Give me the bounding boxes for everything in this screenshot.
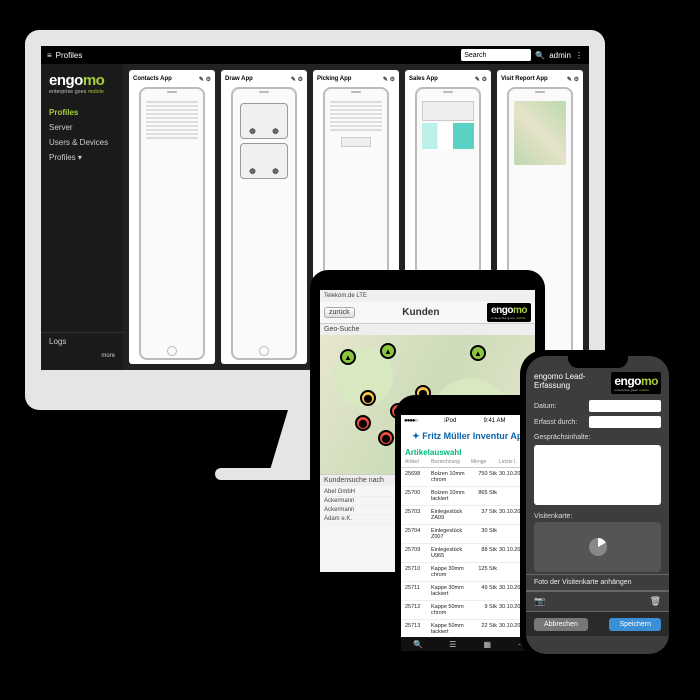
sidebar-more[interactable]: more — [41, 350, 123, 362]
table-row[interactable]: 25710Kappe 30mm chrom125 Stk — [401, 563, 539, 582]
user-label[interactable]: admin — [549, 51, 571, 60]
search-input[interactable]: Search — [461, 49, 531, 61]
map-pin[interactable]: ▲ — [380, 343, 396, 359]
gear-icon[interactable] — [206, 77, 211, 83]
sidebar-item-users[interactable]: Users & Devices — [41, 135, 123, 150]
phone-notch — [568, 356, 628, 368]
table-row[interactable]: 25709Einlegestück U96588 Stk30.10.2014 — [401, 544, 539, 563]
inventory-screen: iPod 9:41 AM ▮ ✦ Fritz Müller Inventur A… — [401, 415, 539, 651]
map-pin[interactable]: ⬤ — [355, 415, 371, 431]
tablet-title: Kunden — [402, 307, 439, 318]
map-pin[interactable]: ▲ — [470, 345, 486, 361]
ipod-tabbar: ☰ ▦ ⋯ — [401, 637, 539, 651]
notes-textarea[interactable] — [534, 445, 661, 505]
inventory-title: ✦ Fritz Müller Inventur App — [401, 427, 539, 446]
edit-icon[interactable] — [475, 77, 480, 83]
user-menu-icon[interactable] — [575, 51, 583, 60]
attach-label: Foto der Visitenkarte anhängen — [534, 579, 632, 586]
profile-card-title: Visit Report App — [501, 76, 548, 82]
gear-icon[interactable] — [482, 77, 487, 83]
brand-logo: engomo enterprise goes mobile — [487, 303, 531, 322]
brand-logo: engomo enterprise goes mobile — [611, 372, 661, 394]
map-pin[interactable]: ⬤ — [360, 390, 376, 406]
profile-card-title: Sales App — [409, 76, 438, 82]
table-row[interactable]: 25704Einlegestück Z00730 Stk — [401, 525, 539, 544]
brand-logo: engomo enterprise goes mobile — [41, 72, 123, 105]
edit-icon[interactable] — [567, 77, 572, 83]
date-input[interactable] — [589, 400, 661, 412]
desktop-topbar: ≡ Profiles Search admin — [41, 46, 589, 64]
search-icon[interactable] — [535, 51, 545, 60]
tab-list-icon[interactable]: ☰ — [436, 637, 471, 651]
gear-icon[interactable] — [298, 77, 303, 83]
inventory-table-header: Artikel Bezeichnung Menge Letzte I. — [401, 459, 539, 468]
cancel-button[interactable]: Abbrechen — [534, 618, 588, 631]
loading-spinner-icon — [589, 538, 607, 556]
profile-card[interactable]: Contacts App — [129, 70, 215, 364]
ios-statusbar: iPod 9:41 AM ▮ — [401, 415, 539, 427]
map-pin[interactable]: ⬤ — [378, 430, 394, 446]
phone-mockup — [231, 87, 297, 360]
lead-device: engomo Lead-Erfassung engomo enterprise … — [520, 350, 675, 660]
profile-card[interactable]: Draw App — [221, 70, 307, 364]
edit-icon[interactable] — [291, 77, 296, 83]
tab-grid-icon[interactable]: ▦ — [470, 637, 505, 651]
profile-card-title: Contacts App — [133, 76, 172, 82]
business-card-preview[interactable] — [534, 522, 661, 572]
inventory-table[interactable]: 25698Bolzen 10mm chrom750 Stk30.10.20142… — [401, 468, 539, 651]
sidebar-item-profiles-dd[interactable]: Profiles ▾ — [41, 150, 123, 165]
attach-row: Foto der Visitenkarte anhängen — [526, 574, 669, 591]
desktop-sidebar: engomo enterprise goes mobile Profiles S… — [41, 64, 123, 370]
notes-label: Gesprächsinhalte: — [526, 430, 669, 441]
map-pin[interactable]: ▲ — [340, 349, 356, 365]
geo-search-label: Geo-Suche — [320, 324, 535, 335]
profile-card-title: Picking App — [317, 76, 351, 82]
inventory-section: Artikelauswahl — [401, 446, 539, 459]
table-row[interactable]: 25711Kappe 30mm lackiert49 Stk30.10.2014 — [401, 582, 539, 601]
attach-actions — [526, 591, 669, 612]
lead-by-field: Erfasst durch: — [526, 414, 669, 430]
by-input[interactable] — [589, 416, 661, 428]
gear-icon[interactable] — [390, 77, 395, 83]
gear-icon[interactable] — [574, 77, 579, 83]
camera-icon[interactable] — [534, 596, 545, 607]
sidebar-item-profiles[interactable]: Profiles — [41, 105, 123, 120]
back-button[interactable]: zurück — [324, 307, 355, 318]
edit-icon[interactable] — [383, 77, 388, 83]
signal-icon — [404, 418, 417, 424]
card-label: Visitenkarte: — [526, 509, 669, 520]
tablet-header: zurück Kunden engomo enterprise goes mob… — [320, 302, 535, 324]
lead-screen: engomo Lead-Erfassung engomo enterprise … — [526, 356, 669, 654]
topbar-section: Profiles — [56, 51, 83, 60]
sidebar-item-server[interactable]: Server — [41, 120, 123, 135]
lead-date-field: Datum: — [526, 398, 669, 414]
table-row[interactable]: 25700Bolzen 10mm lackiert865 Stk — [401, 487, 539, 506]
table-row[interactable]: 25703Einlegestück ZA0937 Stk30.10.2014 — [401, 506, 539, 525]
tablet-statusbar: Telekom.de LTE — [320, 290, 535, 302]
sidebar-logs[interactable]: Logs — [41, 332, 123, 350]
menu-icon[interactable]: ≡ — [47, 51, 52, 60]
lead-title: engomo Lead-Erfassung — [534, 372, 611, 390]
table-row[interactable]: 25712Kappe 50mm chrom9 Stk30.10.2014 — [401, 601, 539, 620]
profile-card-title: Draw App — [225, 76, 253, 82]
lead-buttons: Abbrechen Speichern — [526, 612, 669, 636]
phone-mockup — [139, 87, 205, 360]
table-row[interactable]: 25698Bolzen 10mm chrom750 Stk30.10.2014 — [401, 468, 539, 487]
edit-icon[interactable] — [199, 77, 204, 83]
save-button[interactable]: Speichern — [609, 618, 661, 631]
tab-search-icon[interactable] — [401, 637, 436, 651]
trash-icon[interactable] — [650, 596, 661, 607]
